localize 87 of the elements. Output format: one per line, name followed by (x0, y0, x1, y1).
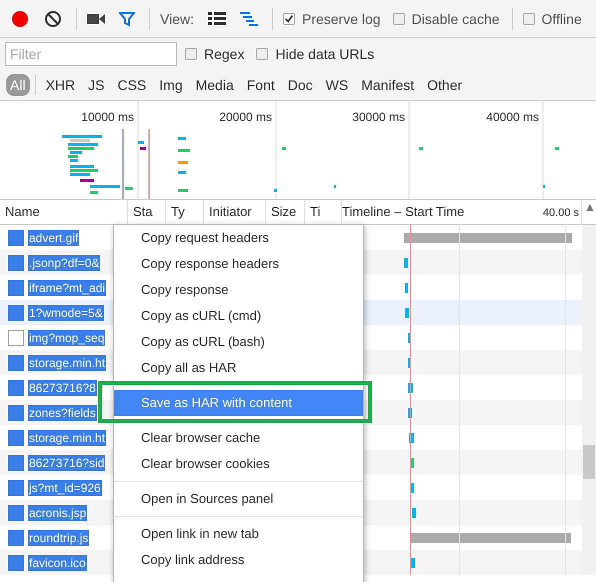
request-name[interactable]: img?mop_seq (28, 330, 106, 346)
checkbox[interactable] (522, 12, 535, 24)
timing-bar (412, 508, 416, 518)
request-name[interactable]: 86273716?8 (28, 380, 97, 396)
file-icon (8, 404, 24, 420)
type-filter-tab[interactable]: Font (242, 74, 279, 96)
waterfall-view-icon[interactable] (240, 12, 258, 26)
checkbox-label: Regex (204, 46, 244, 62)
menu-item[interactable]: Copy as cURL (cmd) (114, 303, 363, 329)
checkbox[interactable] (392, 12, 405, 24)
video-camera-icon[interactable] (87, 12, 105, 24)
checkbox[interactable] (256, 48, 268, 60)
filter-field[interactable]: Filter (5, 42, 177, 66)
type-filter-tab[interactable]: Doc (284, 74, 317, 96)
image-file-icon (8, 330, 24, 346)
list-view-icon[interactable] (208, 12, 226, 26)
file-icon (8, 480, 24, 496)
checkbox-label: Offline (542, 10, 582, 26)
file-icon (8, 254, 24, 270)
menu-item[interactable]: Open in Sources panel (114, 486, 363, 512)
file-icon (8, 280, 24, 296)
column-header[interactable]: Sta (133, 204, 153, 219)
record-button[interactable] (10, 8, 30, 28)
type-filter-tab[interactable]: CSS (113, 74, 150, 96)
menu-item[interactable]: Copy link address (114, 547, 363, 573)
checkbox[interactable] (282, 12, 295, 24)
file-icon (8, 380, 24, 396)
timing-bar (411, 558, 415, 568)
clear-icon[interactable] (44, 10, 62, 28)
column-header[interactable]: Size (271, 204, 296, 219)
menu-item[interactable]: Copy all as HAR (114, 355, 363, 381)
request-name[interactable]: acronis.jsp (28, 504, 88, 520)
file-icon (8, 354, 24, 370)
checkbox-label: Hide data URLs (275, 46, 374, 62)
type-filter-tab[interactable]: WS (322, 74, 352, 96)
type-filter-tab[interactable]: JS (84, 74, 108, 96)
type-filter-tab[interactable]: Other (423, 74, 466, 96)
sort-arrow[interactable]: ▲ (582, 200, 596, 224)
checkbox[interactable] (185, 48, 197, 60)
timeline-scale-label: 40.00 s (542, 206, 579, 221)
menu-item[interactable]: Open link in new tab (114, 521, 363, 547)
request-name[interactable]: advert.gif (28, 230, 80, 246)
timing-bar (405, 283, 408, 293)
request-name[interactable]: storage.min.ht (28, 354, 106, 370)
type-filter-tab[interactable]: Img (155, 74, 187, 96)
checkbox-label: Disable cache (412, 10, 500, 26)
type-filter-tab[interactable]: Manifest (357, 74, 418, 96)
timing-bar (405, 308, 409, 318)
type-filter-tab[interactable]: Media (192, 74, 238, 96)
column-header[interactable]: Timeline – Start Time (342, 204, 464, 224)
file-icon (8, 230, 24, 246)
request-name[interactable]: favicon.ico (28, 554, 87, 570)
request-name[interactable]: roundtrip.js (28, 530, 90, 546)
request-name[interactable]: .jsonp?df=0& (28, 254, 100, 270)
menu-item[interactable]: Copy request headers (114, 225, 363, 251)
menu-item[interactable]: Save as HAR with content (114, 390, 363, 416)
request-name[interactable]: iframe?mt_adi (28, 280, 106, 296)
filter-icon[interactable] (119, 10, 135, 26)
file-icon (8, 530, 24, 546)
overview-tick-label: 20000 ms (219, 110, 272, 124)
request-name[interactable]: js?mt_id=926 (28, 480, 102, 496)
scrollbar-thumb[interactable] (583, 445, 595, 479)
menu-item[interactable]: Copy response (114, 277, 363, 303)
view-label: View: (160, 10, 194, 26)
file-icon (8, 454, 24, 470)
menu-item[interactable]: Copy as cURL (bash) (114, 329, 363, 355)
request-name[interactable]: storage.min.ht (28, 430, 106, 446)
overview-tick-label: 10000 ms (81, 110, 134, 124)
column-header[interactable]: Ti (310, 204, 320, 219)
type-filter-tab[interactable]: XHR (42, 74, 80, 96)
column-header[interactable]: Name (5, 204, 40, 219)
request-name[interactable]: 1?wmode=5& (28, 304, 104, 320)
file-icon (8, 504, 24, 520)
menu-item[interactable]: Copy response headers (114, 251, 363, 277)
overview-tick-label: 40000 ms (486, 110, 539, 124)
file-icon (8, 554, 24, 570)
checkbox-label: Preserve log (302, 10, 381, 26)
request-name[interactable]: zones?fields (28, 404, 97, 420)
menu-item[interactable]: Clear browser cookies (114, 451, 363, 477)
file-icon (8, 430, 24, 446)
file-icon (8, 304, 24, 320)
column-header[interactable]: Initiator (209, 204, 252, 219)
request-name[interactable]: 86273716?sid (28, 454, 106, 470)
column-header[interactable]: Ty (171, 204, 185, 219)
timing-bar (404, 258, 408, 268)
overview-tick-label: 30000 ms (352, 110, 405, 124)
menu-item[interactable]: Clear browser cache (114, 425, 363, 451)
